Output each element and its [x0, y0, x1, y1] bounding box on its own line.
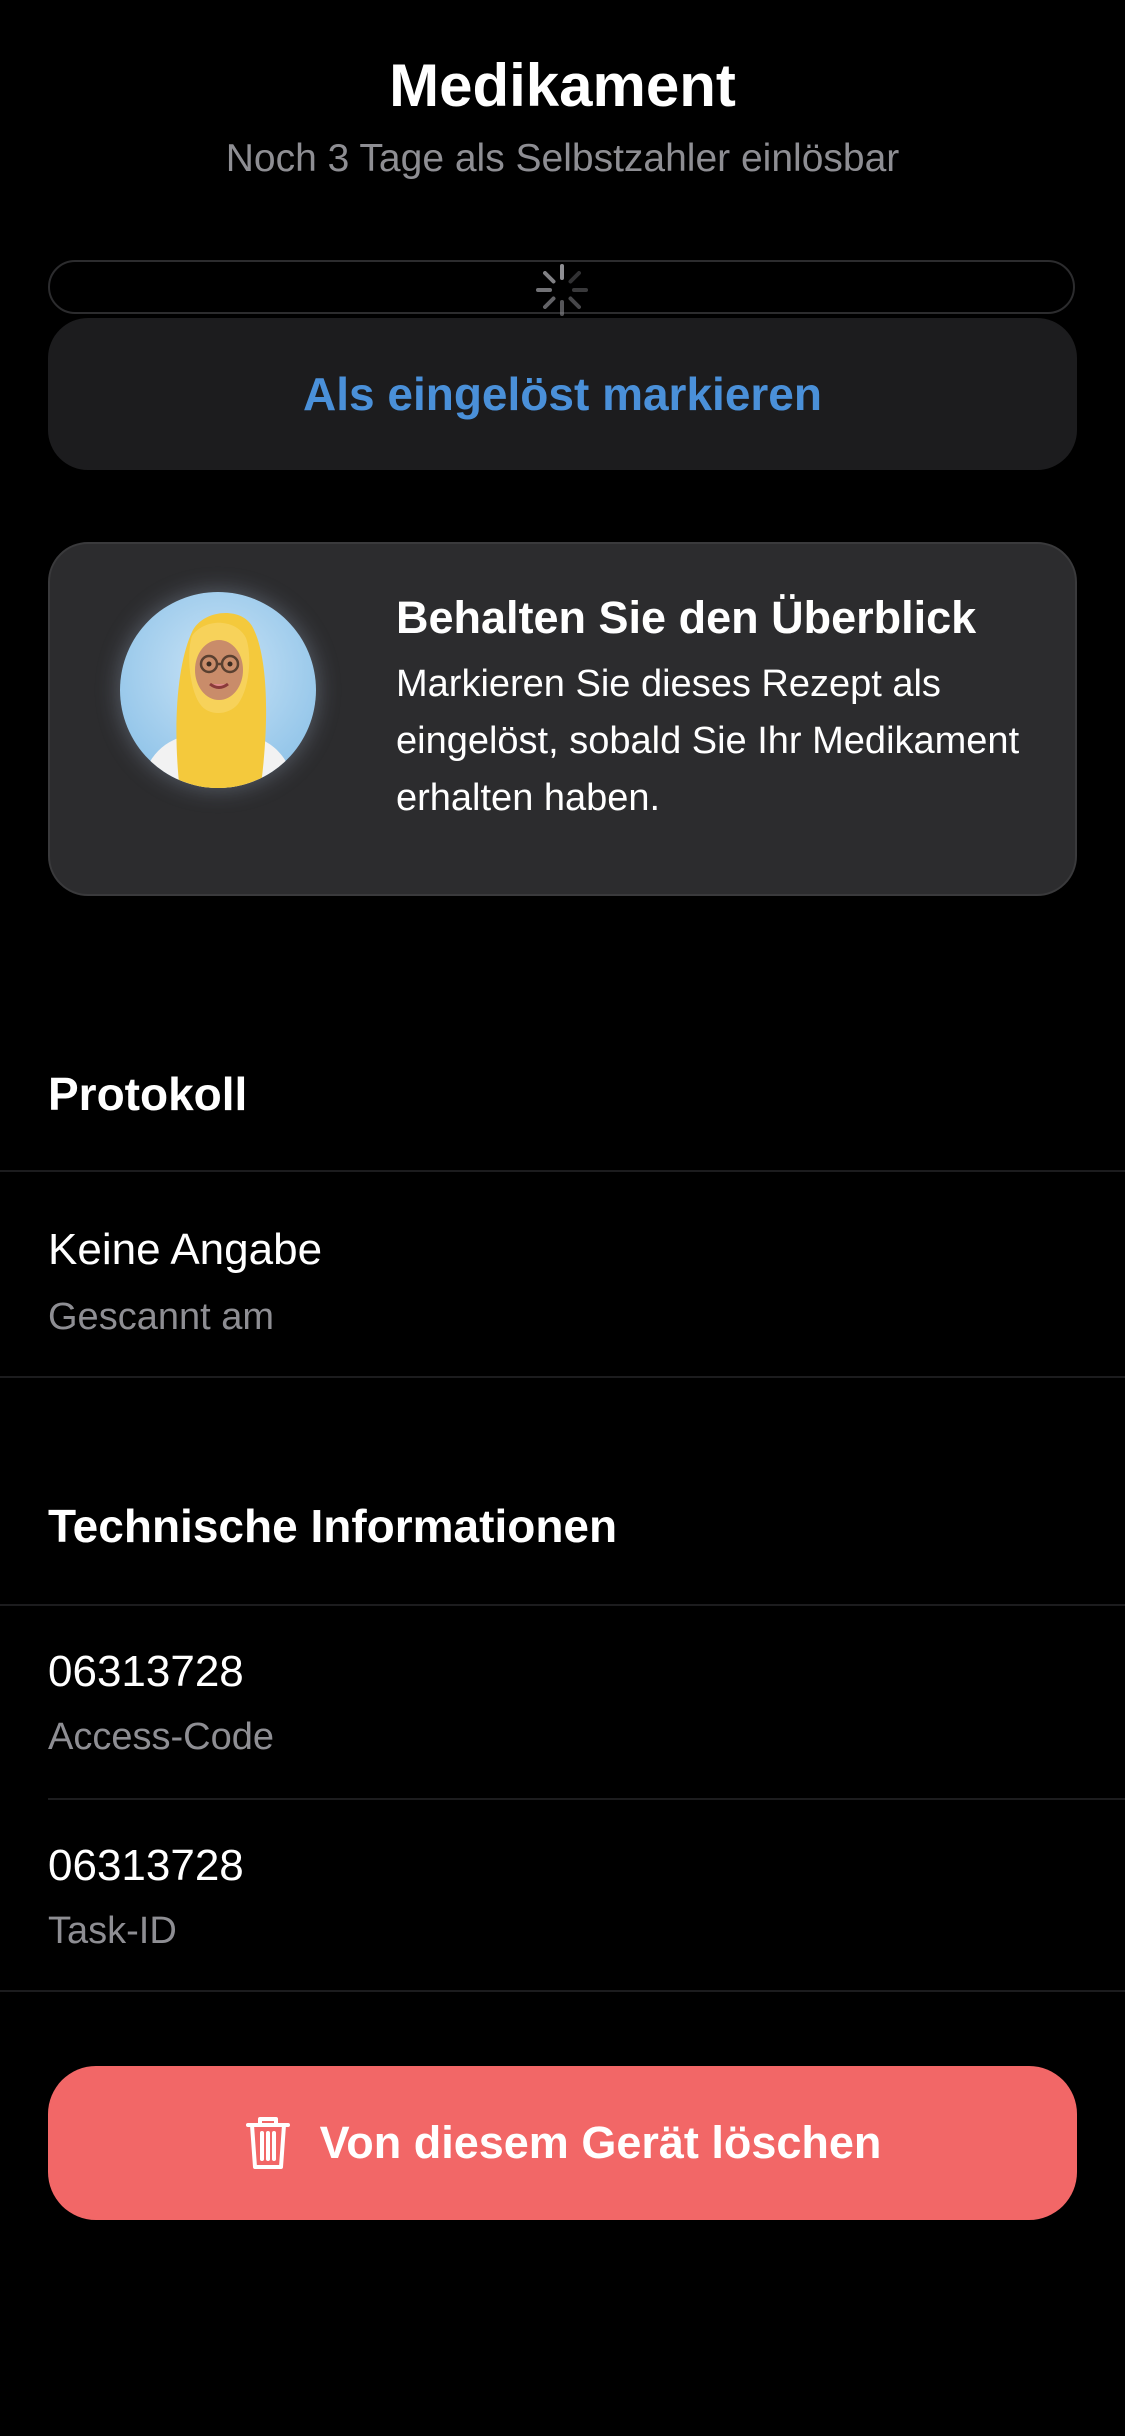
mark-as-redeemed-button[interactable]: Als eingelöst markieren [48, 318, 1077, 470]
delete-from-device-button[interactable]: Von diesem Gerät löschen [48, 2066, 1077, 2220]
page-subtitle: Noch 3 Tage als Selbstzahler einlösbar [225, 137, 900, 180]
divider [0, 1604, 1125, 1606]
hint-card: Behalten Sie den Überblick Markieren Sie… [48, 542, 1077, 896]
trash-icon [245, 2117, 290, 2169]
page-title: Medikament [389, 52, 736, 119]
divider [0, 1990, 1125, 1992]
task-id-label: Task-ID [48, 1910, 177, 1952]
technical-section-header: Technische Informationen [48, 1500, 618, 1552]
loading-spinner-icon [536, 264, 588, 316]
delete-button-label: Von diesem Gerät löschen [319, 2117, 882, 2168]
protocol-section-header: Protokoll [48, 1068, 248, 1120]
hint-body: Markieren Sie dieses Rezept als eingelös… [396, 663, 1020, 819]
protocol-row-label: Gescannt am [48, 1296, 274, 1338]
hint-title: Behalten Sie den Überblick [396, 592, 977, 643]
task-id-value: 06313728 [48, 1841, 244, 1890]
access-code-value: 06313728 [48, 1647, 244, 1696]
protocol-row-value: Keine Angabe [48, 1225, 323, 1274]
divider [0, 1376, 1125, 1378]
divider [0, 1170, 1125, 1172]
divider [48, 1798, 1125, 1800]
pharmacist-avatar-icon [120, 592, 316, 788]
access-code-label: Access-Code [48, 1716, 274, 1758]
